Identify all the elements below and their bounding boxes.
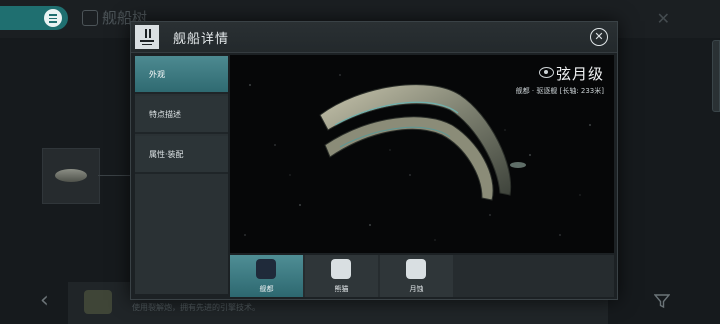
- ship-details-icon: [135, 25, 159, 49]
- bottom-hint-text: 使用裂解炮，拥有先进的引擎技术。: [132, 303, 260, 312]
- menu-icon: [44, 9, 62, 27]
- close-button[interactable]: ✕: [590, 28, 608, 46]
- tree-connector: [98, 175, 132, 176]
- page-close-icon[interactable]: ✕: [657, 9, 670, 28]
- variant-thumbnail: [331, 259, 351, 279]
- tab-variant-1[interactable]: 舰都: [230, 255, 303, 297]
- details-sidebar: 外观 特点描述 属性·装配: [135, 56, 228, 294]
- variant-thumbnail: [256, 259, 276, 279]
- ship-thumbnail: [55, 169, 87, 182]
- dialog-header: 舰船详情 ✕: [131, 22, 617, 53]
- tab-label: 月蚀: [409, 285, 424, 293]
- tree-icon: [82, 10, 98, 26]
- ship-class-icon: [84, 290, 112, 314]
- tab-variant-2[interactable]: 熊猫: [305, 255, 378, 297]
- dialog-title: 舰船详情: [173, 32, 230, 47]
- sidebar-item-features[interactable]: 特点描述: [135, 96, 228, 134]
- sidebar-item-appearance[interactable]: 外观: [135, 56, 228, 94]
- ship-tree-node[interactable]: [42, 148, 100, 204]
- filter-icon[interactable]: [654, 293, 670, 309]
- ship-details-dialog: 舰船详情 ✕ 外观 特点描述 属性·装配 弦月级 舰都 · 驱逐舰 [长轴: 2…: [130, 21, 618, 300]
- variant-thumbnail: [406, 259, 426, 279]
- tab-label: 舰都: [259, 285, 274, 293]
- back-arrow-icon[interactable]: ‹: [40, 288, 49, 313]
- sidebar-item-attributes[interactable]: 属性·装配: [135, 136, 228, 174]
- ship-info: 舰都 · 驱逐舰 [长轴: 233米]: [515, 87, 604, 95]
- right-edge-tab[interactable]: [712, 40, 720, 112]
- view-toggle-eye-icon[interactable]: [539, 67, 554, 78]
- variant-tabs: 舰都 熊猫 月蚀: [230, 255, 614, 297]
- tab-variant-3[interactable]: 月蚀: [380, 255, 453, 297]
- menu-button[interactable]: [0, 6, 68, 30]
- ship-3d-viewer[interactable]: 弦月级 舰都 · 驱逐舰 [长轴: 233米]: [230, 55, 614, 253]
- ship-model: [319, 84, 526, 201]
- tab-label: 熊猫: [334, 285, 349, 293]
- ship-name: 弦月级: [555, 65, 604, 83]
